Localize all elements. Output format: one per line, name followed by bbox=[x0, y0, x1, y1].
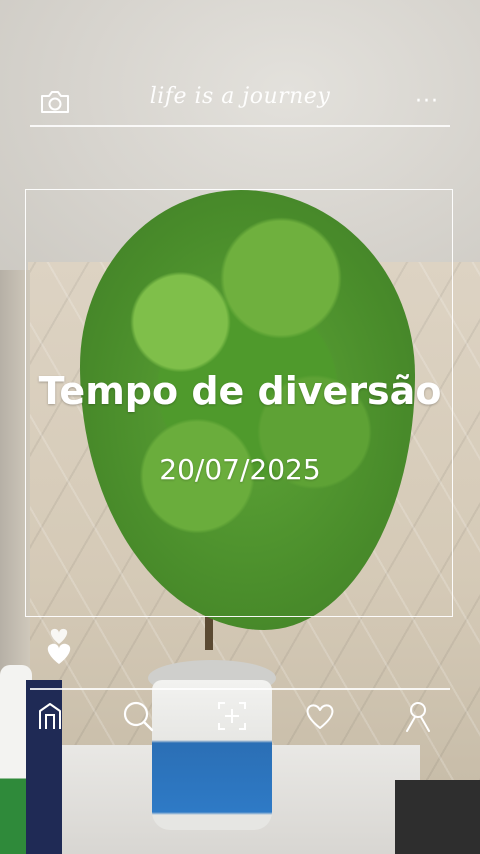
hearts-icon[interactable] bbox=[42, 628, 76, 666]
bottom-divider bbox=[30, 688, 450, 690]
home-icon[interactable] bbox=[32, 698, 68, 734]
card-date: 20/07/2025 bbox=[159, 453, 321, 486]
tagline-text: life is a journey bbox=[149, 84, 331, 109]
app-screen: life is a journey ··· Tempo de diversão … bbox=[0, 0, 480, 854]
add-photo-icon[interactable] bbox=[214, 698, 250, 734]
profile-icon[interactable] bbox=[400, 698, 436, 734]
card-title: Tempo de diversão bbox=[38, 369, 442, 413]
top-divider bbox=[30, 125, 450, 127]
bottom-nav bbox=[0, 696, 480, 736]
top-bar: life is a journey ··· bbox=[0, 82, 480, 126]
more-dots-icon[interactable]: ··· bbox=[410, 88, 444, 116]
heart-icon[interactable] bbox=[302, 698, 338, 734]
camera-icon[interactable] bbox=[38, 88, 72, 116]
search-icon[interactable] bbox=[120, 698, 156, 734]
background-rack bbox=[395, 780, 480, 854]
